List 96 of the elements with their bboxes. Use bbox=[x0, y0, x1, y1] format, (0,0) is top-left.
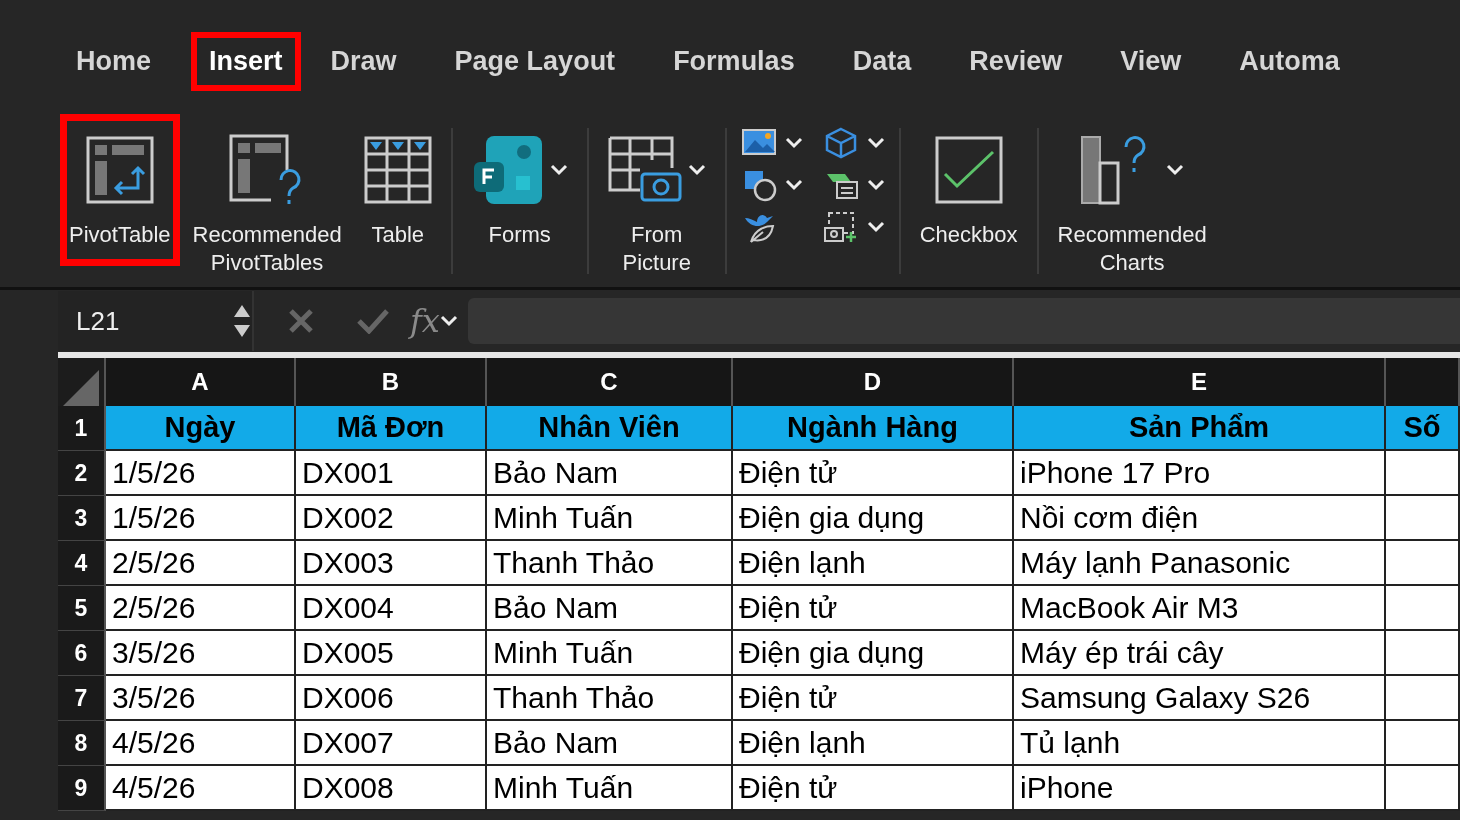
table-cell: DX002 bbox=[296, 496, 487, 541]
table-cell: 3/5/26 bbox=[106, 631, 296, 676]
table-cell: 1/5/26 bbox=[106, 496, 296, 541]
chevron-down-icon[interactable] bbox=[439, 315, 458, 327]
row-header[interactable]: 5 bbox=[58, 586, 106, 631]
header-cell: Số bbox=[1386, 406, 1460, 451]
table-camera-icon bbox=[607, 136, 682, 204]
table-cell: DX003 bbox=[296, 541, 487, 586]
column-header[interactable]: D bbox=[733, 358, 1014, 406]
ribbon-button[interactable]: Recommended PivotTables bbox=[183, 114, 351, 290]
table-cell: Điện tử bbox=[733, 586, 1014, 631]
table-cell: Bảo Nam bbox=[487, 586, 733, 631]
column-header[interactable]: C bbox=[487, 358, 733, 406]
ribbon-button[interactable]: Checkbox bbox=[910, 114, 1027, 262]
table-cell: Điện lạnh bbox=[733, 721, 1014, 766]
header-cell: Ngành Hàng bbox=[733, 406, 1014, 451]
table-cell: MacBook Air M3 bbox=[1014, 586, 1386, 631]
column-header[interactable]: B bbox=[296, 358, 487, 406]
checkbox-icon bbox=[934, 136, 1003, 204]
table-cell: 2/5/26 bbox=[106, 586, 296, 631]
ribbon-tab[interactable]: Review bbox=[951, 31, 1081, 91]
table-cell: Điện tử bbox=[733, 451, 1014, 496]
table-cell: DX006 bbox=[296, 676, 487, 721]
table-cell: 1/5/26 bbox=[106, 451, 296, 496]
table-cell: iPhone bbox=[1014, 766, 1386, 811]
chevron-down-icon[interactable] bbox=[866, 221, 885, 233]
table-cell: 3/5/26 bbox=[106, 676, 296, 721]
column-header[interactable] bbox=[1386, 358, 1460, 406]
table-cell: Bảo Nam bbox=[487, 721, 733, 766]
header-cell: Ngày bbox=[106, 406, 296, 451]
row-header[interactable]: 7 bbox=[58, 676, 106, 721]
row-header[interactable]: 8 bbox=[58, 721, 106, 766]
screenshot-icon[interactable] bbox=[822, 210, 859, 244]
header-cell: Mã Đơn bbox=[296, 406, 487, 451]
ribbon-button[interactable]: Forms bbox=[462, 114, 577, 262]
ribbon-tab[interactable]: View bbox=[1102, 31, 1200, 91]
header-cell: Sản Phẩm bbox=[1014, 406, 1386, 451]
ribbon-button[interactable]: Recommended Charts bbox=[1048, 114, 1216, 290]
table-cell: DX001 bbox=[296, 451, 487, 496]
chevron-down-icon[interactable] bbox=[866, 137, 885, 149]
table-cell: Tủ lạnh bbox=[1014, 721, 1386, 766]
ribbon-tab[interactable]: Draw bbox=[312, 31, 415, 91]
table-cell: Điện lạnh bbox=[733, 541, 1014, 586]
column-header[interactable]: E bbox=[1014, 358, 1386, 406]
table-cell: Samsung Galaxy S26 bbox=[1014, 676, 1386, 721]
table-icon bbox=[363, 136, 432, 204]
table-cell: Điện tử bbox=[733, 766, 1014, 811]
column-header[interactable]: A bbox=[106, 358, 296, 406]
table-cell: DX008 bbox=[296, 766, 487, 811]
row-header[interactable]: 1 bbox=[58, 406, 106, 451]
chevron-down-icon[interactable] bbox=[784, 179, 803, 191]
select-all-icon[interactable] bbox=[61, 368, 101, 406]
table-cell: Thanh Thảo bbox=[487, 541, 733, 586]
ribbon-tab[interactable]: Data bbox=[834, 31, 930, 91]
row-header[interactable]: 6 bbox=[58, 631, 106, 676]
ribbon-tab[interactable]: Home bbox=[58, 31, 169, 91]
row-header[interactable]: 4 bbox=[58, 541, 106, 586]
table-cell: Điện tử bbox=[733, 676, 1014, 721]
table-cell: DX007 bbox=[296, 721, 487, 766]
table-cell: iPhone 17 Pro bbox=[1014, 451, 1386, 496]
chevron-down-icon[interactable] bbox=[687, 164, 706, 176]
table-cell: Thanh Thảo bbox=[487, 676, 733, 721]
ribbon-button[interactable]: Table bbox=[354, 114, 441, 262]
table-cell: Máy ép trái cây bbox=[1014, 631, 1386, 676]
checkmark-icon[interactable] bbox=[356, 308, 390, 334]
chevron-down-icon[interactable] bbox=[1166, 164, 1185, 176]
table-cell: Nồi cơm điện bbox=[1014, 496, 1386, 541]
pivot-table-icon bbox=[85, 136, 154, 204]
chevron-down-icon[interactable] bbox=[784, 137, 803, 149]
table-cell: DX004 bbox=[296, 586, 487, 631]
ribbon-tab[interactable]: Formulas bbox=[655, 31, 813, 91]
chevron-down-icon[interactable] bbox=[866, 179, 885, 191]
table-cell: Bảo Nam bbox=[487, 451, 733, 496]
table-cell: Minh Tuấn bbox=[487, 631, 733, 676]
ribbon-button[interactable]: From Picture bbox=[598, 114, 715, 290]
table-cell: Điện gia dụng bbox=[733, 631, 1014, 676]
table-cell: Minh Tuấn bbox=[487, 496, 733, 541]
insert-function-button[interactable]: fx bbox=[410, 302, 440, 340]
ribbon-tab[interactable]: Automa bbox=[1221, 31, 1358, 91]
table-cell: Máy lạnh Panasonic bbox=[1014, 541, 1386, 586]
table-cell: Điện gia dụng bbox=[733, 496, 1014, 541]
ribbon-tab[interactable]: Page Layout bbox=[436, 31, 634, 91]
ribbon-button[interactable]: PivotTable bbox=[60, 114, 180, 266]
header-cell: Nhân Viên bbox=[487, 406, 733, 451]
row-header[interactable]: 3 bbox=[58, 496, 106, 541]
table-cell: 4/5/26 bbox=[106, 721, 296, 766]
table-cell: 2/5/26 bbox=[106, 541, 296, 586]
row-header[interactable]: 9 bbox=[58, 766, 106, 811]
table-cell: 4/5/26 bbox=[106, 766, 296, 811]
ribbon-tab[interactable]: Insert bbox=[191, 31, 301, 91]
forms-icon bbox=[471, 134, 544, 206]
cancel-icon[interactable] bbox=[288, 308, 314, 334]
chevron-down-icon[interactable] bbox=[549, 164, 568, 176]
table-cell: DX005 bbox=[296, 631, 487, 676]
row-header[interactable]: 2 bbox=[58, 451, 106, 496]
table-cell: Minh Tuấn bbox=[487, 766, 733, 811]
